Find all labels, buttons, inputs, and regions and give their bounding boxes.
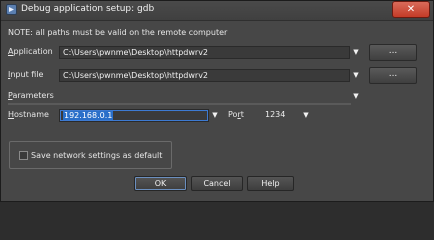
parameters-separator (8, 103, 351, 105)
port-input[interactable]: 1234 (262, 109, 300, 122)
hostname-value: 192.168.0.1 (63, 111, 114, 120)
chevron-down-icon: ▼ (212, 111, 218, 119)
close-button[interactable]: ✕ (392, 1, 430, 18)
chevron-down-icon: ▼ (353, 92, 359, 100)
window-title: Debug application setup: gdb (21, 4, 155, 14)
help-button[interactable]: Help (247, 176, 294, 191)
input-file-browse-button[interactable]: ... (369, 67, 417, 84)
hostname-input[interactable]: 192.168.0.1 (59, 109, 209, 122)
input-file-label: Input file (8, 70, 44, 79)
ok-button[interactable]: OK (134, 176, 187, 191)
hostname-label: Hostname (8, 110, 49, 119)
save-settings-label[interactable]: Save network settings as default (31, 150, 162, 162)
close-icon: ✕ (406, 4, 416, 15)
application-dropdown-button[interactable]: ▼ (351, 46, 361, 59)
application-label: Application (8, 47, 53, 56)
chevron-down-icon: ▼ (353, 71, 359, 79)
parameters-dropdown-button[interactable]: ▼ (351, 90, 361, 103)
note-text: NOTE: all paths must be valid on the rem… (8, 28, 228, 37)
application-browse-button[interactable]: ... (369, 44, 417, 61)
debugger-icon (6, 4, 17, 15)
port-dropdown-button[interactable]: ▼ (301, 109, 311, 122)
save-settings-checkbox[interactable] (19, 151, 28, 160)
parameters-input[interactable] (59, 90, 350, 103)
hostname-dropdown-button[interactable]: ▼ (210, 109, 220, 122)
chevron-down-icon: ▼ (353, 48, 359, 56)
cancel-button[interactable]: Cancel (191, 176, 243, 191)
port-label: Port (228, 110, 244, 119)
input-file-input[interactable]: C:\Users\pwnme\Desktop\httpdwrv2 (59, 69, 350, 82)
application-input[interactable]: C:\Users\pwnme\Desktop\httpdwrv2 (59, 46, 350, 59)
parameters-label: Parameters (8, 91, 54, 100)
input-file-dropdown-button[interactable]: ▼ (351, 69, 361, 82)
chevron-down-icon: ▼ (303, 111, 309, 119)
